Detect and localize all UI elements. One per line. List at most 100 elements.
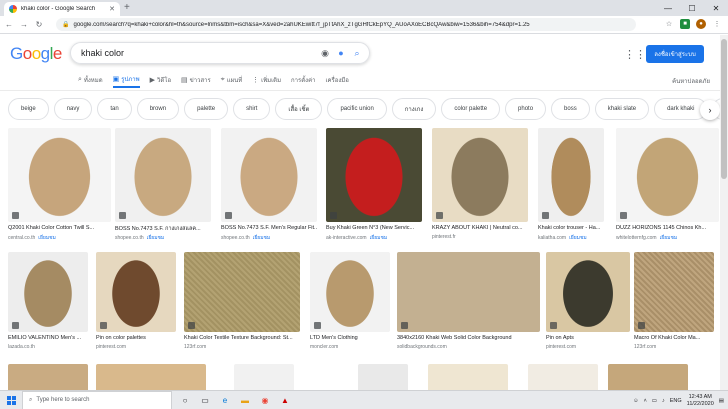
chip-item[interactable]: กางเกง (391, 98, 437, 120)
file-explorer-icon[interactable]: ▬ (238, 393, 252, 407)
clock-time: 12:43 AM (688, 393, 712, 400)
camera-icon[interactable]: ◉ (317, 48, 333, 59)
reload-icon[interactable]: ↻ (33, 20, 45, 29)
image-source: whitelotternfg.com เยี่ยมชม (616, 234, 719, 242)
edge-icon[interactable]: e (218, 393, 232, 407)
chip-item[interactable]: tan (97, 98, 132, 120)
chip-item[interactable]: khaki slate (594, 98, 650, 120)
chip-item[interactable]: color palette (441, 98, 501, 120)
image-source: moncler.com (310, 344, 390, 350)
task-view-icon[interactable]: ▭ (198, 393, 212, 407)
image-caption[interactable]: EMILIO VALENTINO Men's ... (8, 335, 88, 341)
tab-0[interactable]: ⌕ ทั้งหมด (78, 72, 103, 88)
close-window-icon[interactable]: ✕ (704, 0, 728, 16)
close-tab-icon[interactable]: ✕ (109, 5, 115, 13)
scrollbar-thumb[interactable] (721, 39, 727, 179)
product-tag-icon (225, 212, 232, 219)
chip-item[interactable]: palette (184, 98, 229, 120)
chevron-up-icon[interactable]: ˄ (644, 398, 647, 404)
image-caption[interactable]: Pin on Apts (546, 335, 630, 341)
tab-1[interactable]: ▣ รูปภาพ (112, 72, 140, 88)
image-caption[interactable]: Khaki Color Textile Texture Background: … (184, 335, 300, 341)
extension-icon[interactable]: ■ (680, 19, 690, 29)
image-result[interactable] (634, 252, 714, 332)
browser-tab[interactable]: khaki color - Google Search ✕ (4, 2, 120, 16)
visit-link[interactable]: เยี่ยมชม (253, 235, 271, 241)
image-result[interactable] (96, 252, 176, 332)
chrome-icon[interactable]: ◉ (258, 393, 272, 407)
chip-item[interactable]: shirt (233, 98, 271, 120)
back-icon[interactable]: ← (3, 20, 15, 29)
search-box[interactable]: khaki color ◉ ● ⌕ (70, 42, 370, 64)
image-caption[interactable]: KRAZY ABOUT KHAKI | Neutral co... (432, 225, 528, 231)
sign-in-button[interactable]: ลงชื่อเข้าสู่ระบบ (646, 45, 704, 63)
image-caption[interactable]: Khaki color trouser - Ha... (538, 225, 604, 231)
image-result[interactable] (221, 128, 317, 222)
search-icon[interactable]: ⌕ (349, 48, 365, 59)
image-result[interactable] (538, 128, 604, 222)
tab-label: แผนที่ (226, 78, 243, 84)
microphone-icon[interactable]: ● (333, 48, 349, 58)
tab-3[interactable]: ▤ ข่าวสาร (181, 72, 211, 88)
app-icon[interactable]: ▲ (278, 393, 292, 407)
visit-link[interactable]: เยี่ยมชม (370, 235, 388, 241)
maximize-icon[interactable]: ☐ (680, 0, 704, 16)
scrollbar[interactable] (720, 35, 728, 390)
chip-item[interactable]: pacific union (327, 98, 387, 120)
image-caption[interactable]: Q2001 Khaki Color Cotton Twill S... (8, 225, 111, 231)
chip-item[interactable]: beige (8, 98, 49, 120)
tab-6[interactable]: การตั้งค่า (291, 72, 315, 88)
image-caption[interactable]: Pin on color palettes (96, 335, 176, 341)
forward-icon[interactable]: → (18, 20, 30, 29)
clock[interactable]: 12:43 AM 11/22/2020 (687, 394, 714, 408)
image-result[interactable] (397, 252, 540, 332)
chip-item[interactable]: brown (136, 98, 180, 120)
volume-icon[interactable]: ♪ (662, 398, 665, 404)
image-result[interactable] (184, 252, 300, 332)
menu-kebab-icon[interactable]: ⋮ (712, 19, 722, 29)
image-caption[interactable]: Buy Khaki Green N°3 (New Servic... (326, 225, 422, 231)
new-tab-icon[interactable]: + (124, 2, 130, 13)
safesearch-link[interactable]: ค้นหาปลอดภัย (672, 76, 710, 86)
image-caption[interactable]: BOSS No.7473 S.F. Men's Regular Fit... (221, 225, 317, 231)
image-result[interactable] (8, 252, 88, 332)
cortana-icon[interactable]: ○ (178, 393, 192, 407)
image-caption[interactable]: BOSS No.7473 S.F. กางเกงสแลค... (115, 225, 211, 233)
start-button[interactable] (0, 391, 22, 409)
taskbar-search[interactable]: ⌕ Type here to search (22, 390, 172, 409)
tab-4[interactable]: ⌖ แผนที่ (221, 72, 242, 88)
image-result[interactable] (616, 128, 719, 222)
chip-item[interactable]: เสื้อ เชิ้ต (275, 98, 323, 120)
search-input[interactable]: khaki color (81, 48, 317, 58)
image-caption[interactable]: DUZZ HORIZONS 1145 Chinos Kh... (616, 225, 719, 231)
image-result[interactable] (546, 252, 630, 332)
profile-avatar-icon[interactable]: ● (696, 19, 706, 29)
image-result[interactable] (326, 128, 422, 222)
minimize-icon[interactable]: — (656, 0, 680, 16)
image-result[interactable] (432, 128, 528, 222)
image-caption[interactable]: Macro Of Khaki Color Ma... (634, 335, 714, 341)
notification-icon[interactable]: ▤ (719, 398, 724, 404)
image-result[interactable] (8, 128, 111, 222)
visit-link[interactable]: เยี่ยมชม (147, 235, 165, 241)
people-icon[interactable]: ☺ (633, 398, 639, 404)
visit-link[interactable]: เยี่ยมชม (38, 235, 56, 241)
visit-link[interactable]: เยี่ยมชม (660, 235, 678, 241)
visit-link[interactable]: เยี่ยมชม (569, 235, 587, 241)
chip-item[interactable]: navy (53, 98, 93, 120)
chip-item[interactable]: boss (551, 98, 590, 120)
image-result[interactable] (115, 128, 211, 222)
tab-7[interactable]: เครื่องมือ (325, 72, 348, 88)
image-caption[interactable]: 3840x2160 Khaki Web Solid Color Backgrou… (397, 335, 540, 341)
tab-2[interactable]: ▶ วิดีโอ (150, 72, 171, 88)
chevron-right-icon[interactable]: › (700, 100, 720, 120)
google-logo[interactable]: Google (10, 44, 62, 64)
image-result[interactable] (310, 252, 390, 332)
network-icon[interactable]: ▭ (652, 398, 657, 404)
address-bar[interactable]: 🔒 google.com/search?q=khaki+color&hl=th&… (56, 18, 636, 31)
image-caption[interactable]: LTD Men's Clothing (310, 335, 390, 341)
chip-item[interactable]: photo (505, 98, 547, 120)
language-indicator[interactable]: ENG (670, 398, 682, 404)
tab-5[interactable]: ⋮ เพิ่มเติม (252, 72, 281, 88)
bookmark-star-icon[interactable]: ☆ (664, 19, 674, 29)
